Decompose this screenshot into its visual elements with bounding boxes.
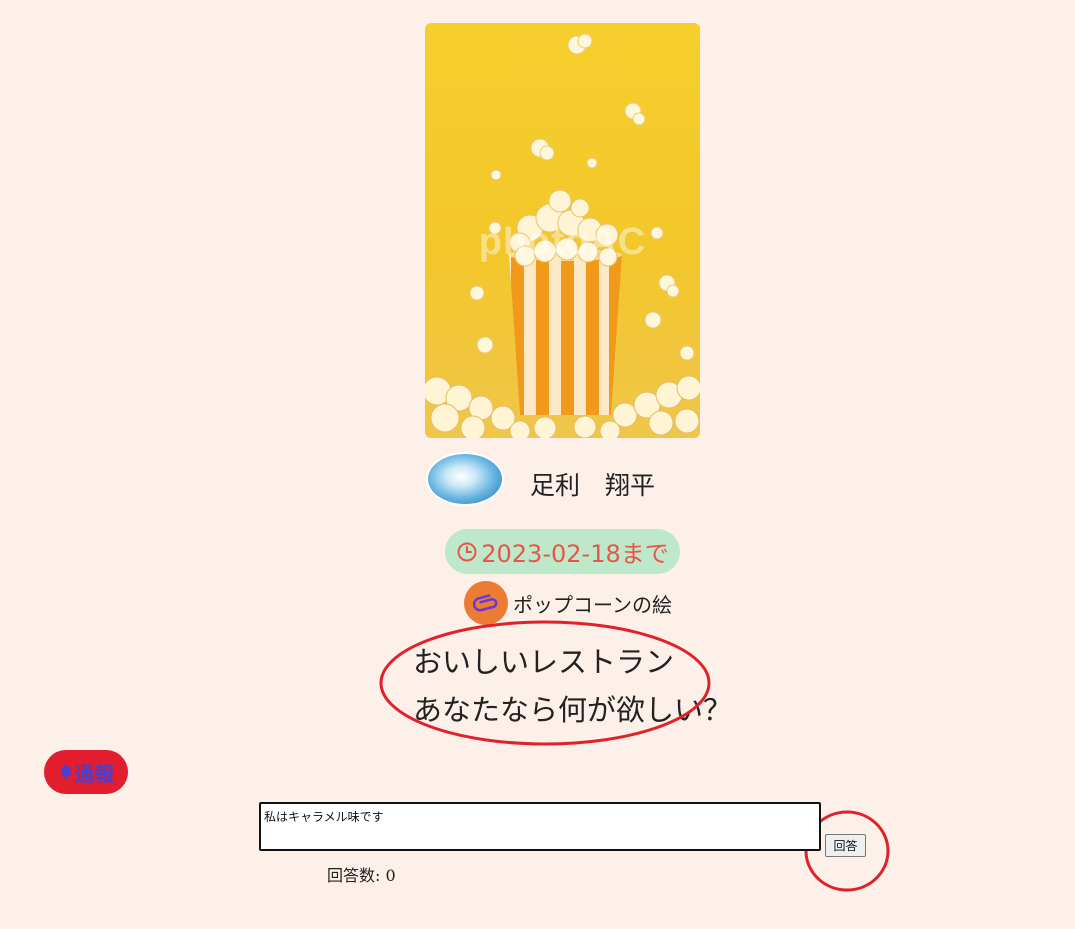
bell-icon <box>60 765 72 779</box>
answer-count: 回答数: 0 <box>327 866 396 885</box>
image-watermark: photoAC <box>478 221 647 263</box>
avatar[interactable] <box>426 452 504 506</box>
attachment-icon-circle <box>464 581 508 625</box>
attachment-link[interactable]: ポップコーンの絵 <box>464 581 672 625</box>
question-detail-page: photoAC 足利 翔平 2023-02-18まで ポップコーンの絵 おいしい… <box>0 0 1075 929</box>
report-button[interactable]: 通報 <box>44 750 128 794</box>
attachment-label: ポップコーンの絵 <box>513 592 672 617</box>
answer-input[interactable]: 私はキャラメル味です <box>259 802 821 851</box>
paperclip-icon <box>473 594 498 612</box>
question-line-2: あなたなら何が欲しい？ <box>413 693 733 727</box>
question-line-1: おいしいレストラン <box>413 645 675 679</box>
clock-icon <box>457 542 477 561</box>
question-text: おいしいレストラン あなたなら何が欲しい？ <box>413 638 732 734</box>
answer-submit-button[interactable]: 回答 <box>825 834 866 857</box>
deadline-badge: 2023-02-18まで <box>445 529 680 574</box>
report-label: 通報 <box>74 763 114 786</box>
question-image: photoAC <box>425 23 700 438</box>
author-name: 足利 翔平 <box>530 471 656 500</box>
deadline-text: 2023-02-18まで <box>481 540 669 568</box>
